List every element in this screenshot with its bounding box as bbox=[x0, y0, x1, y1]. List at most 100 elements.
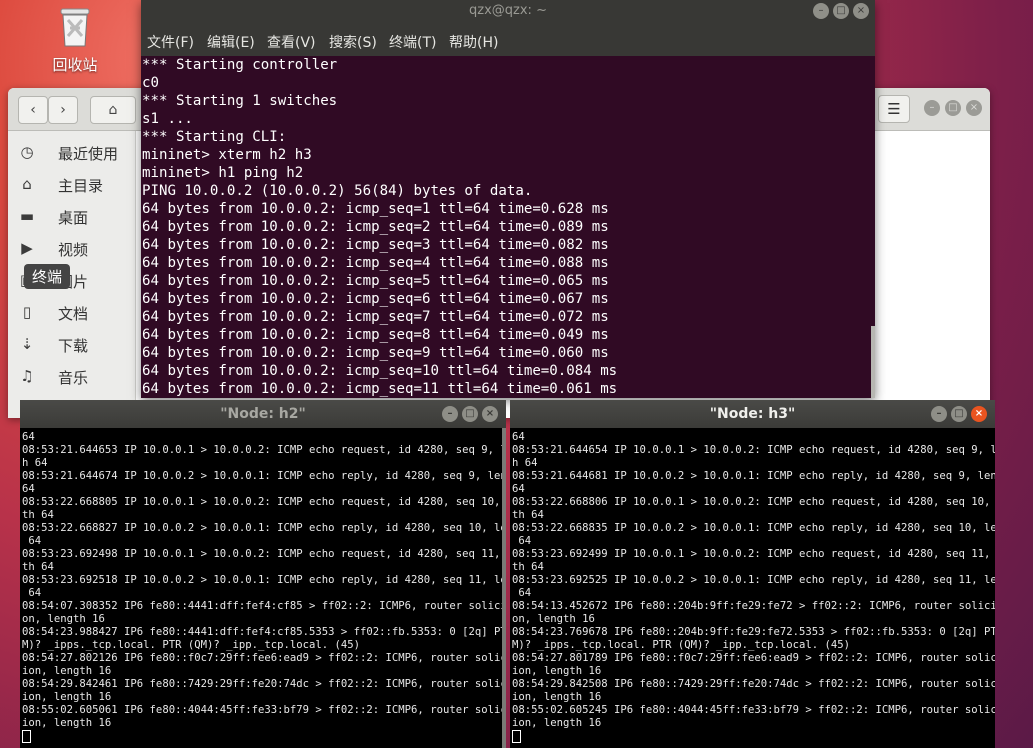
terminal-menubar: 文件(F) 编辑(E) 查看(V) 搜索(S) 终端(T) 帮助(H) bbox=[141, 22, 875, 56]
document-icon: ▯ bbox=[22, 303, 32, 321]
terminal-line: h 64 bbox=[22, 457, 48, 469]
terminal-line: 08:53:22.668827 IP 10.0.0.2 > 10.0.0.1: … bbox=[22, 522, 506, 534]
sidebar-item-label: 桌面 bbox=[58, 209, 89, 227]
terminal-line: 64 bytes from 10.0.0.2: icmp_seq=11 ttl=… bbox=[142, 381, 618, 397]
maximize-icon[interactable]: □ bbox=[462, 406, 478, 422]
back-button[interactable]: ‹ bbox=[18, 96, 48, 124]
terminal-line: 08:53:23.692498 IP 10.0.0.1 > 10.0.0.2: … bbox=[22, 548, 506, 560]
terminal-line: PING 10.0.0.2 (10.0.0.2) 56(84) bytes of… bbox=[142, 183, 533, 199]
close-icon[interactable]: × bbox=[482, 406, 498, 422]
terminal-line: 64 bbox=[512, 483, 525, 495]
terminal-line: 64 bytes from 10.0.0.2: icmp_seq=1 ttl=6… bbox=[142, 201, 609, 217]
terminal-line: th 64 bbox=[512, 561, 544, 573]
terminal-line: 08:54:13.452672 IP6 fe80::204b:9ff:fe29:… bbox=[512, 600, 995, 612]
terminal-line: 08:54:29.842508 IP6 fe80::7429:29ff:fe20… bbox=[512, 678, 995, 690]
close-icon[interactable]: × bbox=[966, 100, 982, 116]
terminal-line: 64 bbox=[512, 431, 525, 443]
xterm-h2-output[interactable]: 64 08:53:21.644653 IP 10.0.0.1 > 10.0.0.2… bbox=[22, 431, 506, 746]
minimize-icon[interactable]: – bbox=[924, 100, 940, 116]
terminal-line: *** Starting CLI: bbox=[142, 129, 287, 145]
terminal-line: 08:53:23.692525 IP 10.0.0.2 > 10.0.0.1: … bbox=[512, 574, 995, 586]
location-home-button[interactable]: ⌂ bbox=[90, 96, 136, 124]
menu-file[interactable]: 文件(F) bbox=[147, 32, 194, 52]
terminal-line: 08:53:23.692499 IP 10.0.0.1 > 10.0.0.2: … bbox=[512, 548, 995, 560]
scrollbar[interactable] bbox=[502, 428, 506, 748]
menu-search[interactable]: 搜索(S) bbox=[329, 32, 377, 52]
main-terminal-window[interactable]: qzx@qzx: ~ – □ × 文件(F) 编辑(E) 查看(V) 搜索(S)… bbox=[141, 0, 875, 398]
terminal-line: 64 bbox=[512, 535, 532, 547]
terminal-line: 64 bbox=[22, 431, 35, 443]
xterm-h2-window[interactable]: "Node: h2" – □ × 64 08:53:21.644653 IP 10… bbox=[20, 400, 506, 748]
sidebar-item-downloads[interactable]: ⇣ 下载 bbox=[8, 329, 135, 361]
menu-terminal[interactable]: 终端(T) bbox=[389, 32, 436, 52]
sidebar-item-label: 主目录 bbox=[58, 177, 104, 195]
forward-button[interactable]: › bbox=[48, 96, 78, 124]
window-title: qzx@qzx: ~ bbox=[469, 3, 547, 18]
trash-icon bbox=[58, 6, 92, 48]
terminal-line: 64 bytes from 10.0.0.2: icmp_seq=8 ttl=6… bbox=[142, 327, 609, 343]
terminal-line: th 64 bbox=[22, 561, 54, 573]
terminal-line: ion, length 16 bbox=[512, 665, 602, 677]
terminal-line: 08:53:21.644681 IP 10.0.0.2 > 10.0.0.1: … bbox=[512, 470, 995, 482]
hamburger-menu-icon[interactable]: ☰ bbox=[878, 95, 910, 123]
terminal-line: h 64 bbox=[512, 457, 538, 469]
minimize-icon[interactable]: – bbox=[931, 406, 947, 422]
sidebar-item-music[interactable]: ♫ 音乐 bbox=[8, 361, 135, 393]
terminal-output[interactable]: *** Starting controller c0 *** Starting 1 … bbox=[142, 56, 617, 398]
xterm-h3-titlebar[interactable]: "Node: h3" – □ × bbox=[510, 400, 995, 428]
terminal-line: *** Starting 1 switches bbox=[142, 93, 338, 109]
xterm-h3-output[interactable]: 64 08:53:21.644654 IP 10.0.0.1 > 10.0.0.2… bbox=[512, 431, 995, 746]
maximize-icon[interactable]: □ bbox=[951, 406, 967, 422]
clock-icon: ◷ bbox=[20, 143, 34, 161]
minimize-icon[interactable]: – bbox=[813, 3, 829, 19]
close-icon[interactable]: × bbox=[853, 3, 869, 19]
terminal-line: ion, length 16 bbox=[512, 717, 602, 729]
terminal-line: 08:53:21.644654 IP 10.0.0.1 > 10.0.0.2: … bbox=[512, 444, 995, 456]
terminal-line: on, length 16 bbox=[22, 613, 105, 625]
terminal-line: 08:54:27.801789 IP6 fe80::f0c7:29ff:fee6… bbox=[512, 652, 995, 664]
menu-help[interactable]: 帮助(H) bbox=[449, 32, 498, 52]
terminal-line: 08:53:22.668835 IP 10.0.0.2 > 10.0.0.1: … bbox=[512, 522, 995, 534]
sidebar-item-recent[interactable]: ◷ 最近使用 bbox=[8, 137, 135, 169]
xterm-h3-window[interactable]: "Node: h3" – □ × 64 08:53:21.644654 IP 10… bbox=[510, 400, 995, 748]
sidebar-item-desktop[interactable]: ▬ 桌面 bbox=[8, 201, 135, 233]
terminal-line: on, length 16 bbox=[512, 613, 595, 625]
terminal-line: 08:54:07.308352 IP6 fe80::4441:dff:fef4:… bbox=[22, 600, 506, 612]
terminal-line: mininet> xterm h2 h3 bbox=[142, 147, 312, 163]
terminal-line: 64 bytes from 10.0.0.2: icmp_seq=7 ttl=6… bbox=[142, 309, 609, 325]
terminal-line: th 64 bbox=[22, 509, 54, 521]
sidebar-item-label: 最近使用 bbox=[58, 145, 119, 163]
terminal-line: 64 bytes from 10.0.0.2: icmp_seq=10 ttl=… bbox=[142, 363, 618, 379]
terminal-line: *** Starting controller bbox=[142, 57, 338, 73]
terminal-line: 08:54:23.988427 IP6 fe80::4441:dff:fef4:… bbox=[22, 626, 506, 638]
terminal-line: 64 bytes from 10.0.0.2: icmp_seq=6 ttl=6… bbox=[142, 291, 609, 307]
sidebar-item-home[interactable]: ⌂ 主目录 bbox=[8, 169, 135, 201]
close-icon[interactable]: × bbox=[971, 406, 987, 422]
terminal-line: ion, length 16 bbox=[22, 665, 112, 677]
menu-edit[interactable]: 编辑(E) bbox=[207, 32, 255, 52]
music-icon: ♫ bbox=[20, 367, 34, 385]
terminal-line: 64 bytes from 10.0.0.2: icmp_seq=9 ttl=6… bbox=[142, 345, 609, 361]
maximize-icon[interactable]: □ bbox=[945, 100, 961, 116]
sidebar-item-documents[interactable]: ▯ 文档 bbox=[8, 297, 135, 329]
folder-icon: ▬ bbox=[19, 207, 35, 225]
menu-view[interactable]: 查看(V) bbox=[267, 32, 316, 52]
terminal-line: 08:54:23.769678 IP6 fe80::204b:9ff:fe29:… bbox=[512, 626, 995, 638]
terminal-line: 08:55:02.605245 IP6 fe80::4044:45ff:fe33… bbox=[512, 704, 995, 716]
terminal-line: 64 bytes from 10.0.0.2: icmp_seq=5 ttl=6… bbox=[142, 273, 609, 289]
terminal-line: 08:53:22.668806 IP 10.0.0.1 > 10.0.0.2: … bbox=[512, 496, 995, 508]
terminal-line: 08:53:21.644653 IP 10.0.0.1 > 10.0.0.2: … bbox=[22, 444, 506, 456]
terminal-line: mininet> h1 ping h2 bbox=[142, 165, 304, 181]
main-terminal-titlebar[interactable]: qzx@qzx: ~ – □ × bbox=[141, 0, 875, 22]
terminal-line: 08:54:27.802126 IP6 fe80::f0c7:29ff:fee6… bbox=[22, 652, 506, 664]
terminal-line: ion, length 16 bbox=[22, 717, 112, 729]
sidebar-item-videos[interactable]: ▶ 视频 bbox=[8, 233, 135, 265]
xterm-h2-titlebar[interactable]: "Node: h2" – □ × bbox=[20, 400, 506, 428]
terminal-line: 64 bbox=[22, 535, 42, 547]
maximize-icon[interactable]: □ bbox=[833, 3, 849, 19]
scrollbar[interactable] bbox=[871, 326, 875, 398]
trash-desktop-icon[interactable]: 回收站 bbox=[44, 6, 106, 75]
home-icon: ⌂ bbox=[22, 175, 32, 193]
minimize-icon[interactable]: – bbox=[442, 406, 458, 422]
terminal-line: 08:55:02.605061 IP6 fe80::4044:45ff:fe33… bbox=[22, 704, 506, 716]
